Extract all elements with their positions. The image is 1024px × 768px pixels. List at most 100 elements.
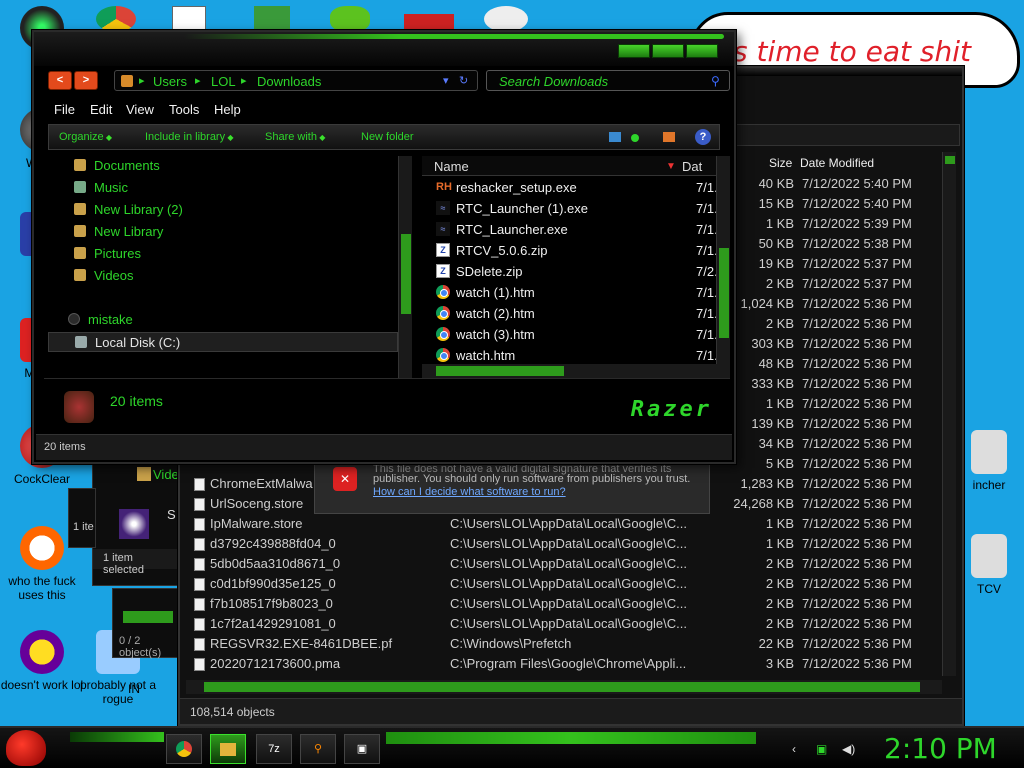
dropdown-arrow-icon[interactable]: ▾	[443, 74, 449, 87]
tray-monitor-icon[interactable]: ▣	[816, 742, 827, 756]
scroll-thumb[interactable]	[945, 156, 955, 164]
clock[interactable]: 2:10 PM	[884, 732, 997, 765]
address-bar[interactable]: ▸ Users ▸ LOL ▸ Downloads ▾ ↻	[114, 70, 478, 91]
nav-item-new-library[interactable]: New Library	[74, 224, 163, 239]
nav-item-local-disk[interactable]: Local Disk (C:)	[48, 332, 398, 352]
maximize-button[interactable]	[652, 44, 684, 58]
file-row[interactable]: ≈RTC_Launcher.exe7/1...	[422, 219, 722, 240]
column-date[interactable]: Dat	[682, 159, 702, 174]
desktop-icon-yahoo[interactable]: doesn't work lol	[0, 630, 84, 692]
share-with-button[interactable]: Share with	[265, 131, 325, 143]
tool-desktop-icon[interactable]	[484, 6, 528, 32]
vertical-scrollbar[interactable]	[942, 152, 956, 676]
shield-desktop-icon[interactable]	[254, 6, 290, 32]
file-row[interactable]: ZSDelete.zip7/2...	[422, 261, 722, 282]
table-row[interactable]: c0d1bf990d35e125_0 C:\Users\LOL\AppData\L…	[184, 574, 942, 594]
horizontal-scrollbar[interactable]	[422, 364, 730, 378]
file-row[interactable]: ZRTCV_5.0.6.zip7/1...	[422, 240, 722, 261]
file-row[interactable]: watch.htm7/1...	[422, 345, 722, 366]
taskbar: 7z ⚲ ▣ ‹ ▣ ◀) 2:10 PM	[0, 726, 1024, 768]
cell-name: f7b108517f9b8023_0	[210, 596, 333, 611]
table-row[interactable]: 20220712173600.pma C:\Program Files\Googl…	[184, 654, 942, 674]
search-icon[interactable]: ⚲	[711, 74, 725, 88]
include-in-library-button[interactable]: Include in library	[145, 131, 233, 143]
minimize-button[interactable]	[618, 44, 650, 58]
desktop-icon-in[interactable]: IN	[128, 682, 158, 696]
menu-help[interactable]: Help	[214, 102, 241, 117]
downloads-explorer-window[interactable]: < > ▸ Users ▸ LOL ▸ Downloads ▾ ↻ Search…	[32, 30, 736, 464]
nav-item-videos[interactable]: Videos	[74, 268, 134, 283]
security-warning-dialog[interactable]: ✕ This file does not have a valid digita…	[314, 456, 710, 514]
breadcrumb-downloads[interactable]: Downloads	[257, 74, 321, 89]
vertical-scrollbar[interactable]	[398, 156, 412, 378]
taskbar-7zip-button[interactable]: 7z	[256, 734, 292, 764]
menu-tools[interactable]: Tools	[169, 102, 199, 117]
scroll-thumb[interactable]	[204, 682, 920, 692]
back-button[interactable]: <	[48, 71, 72, 90]
nav-item-documents[interactable]: Documents	[74, 158, 160, 173]
scroll-thumb[interactable]	[436, 366, 564, 376]
view-options-icon[interactable]	[631, 134, 639, 142]
chrome-desktop-icon[interactable]	[96, 6, 136, 32]
taskbar-network-button[interactable]: ▣	[344, 734, 380, 764]
table-row[interactable]: d3792c439888fd04_0 C:\Users\LOL\AppData\L…	[184, 534, 942, 554]
close-button[interactable]	[686, 44, 718, 58]
horizontal-scrollbar[interactable]	[186, 680, 942, 694]
menu-edit[interactable]: Edit	[90, 102, 112, 117]
column-name[interactable]: Name	[434, 159, 469, 174]
file-row[interactable]: ≈RTC_Launcher (1).exe7/1...	[422, 198, 722, 219]
breadcrumb-users[interactable]: Users	[153, 74, 187, 89]
file-row[interactable]: watch (1).htm7/1...	[422, 282, 722, 303]
table-row[interactable]: REGSVR32.EXE-8461DBEE.pf C:\Windows\Prefe…	[184, 634, 942, 654]
chevron-right-icon[interactable]: ▸	[139, 74, 145, 87]
scroll-thumb[interactable]	[719, 248, 729, 338]
mini-window-c[interactable]: 0 / 2 object(s)	[112, 588, 182, 659]
table-row[interactable]: 5db0d5aa310d8671_0 C:\Users\LOL\AppData\L…	[184, 554, 942, 574]
organize-button[interactable]: Organize	[59, 131, 112, 143]
view-icon[interactable]	[609, 132, 621, 142]
file-row[interactable]: watch (3).htm7/1...	[422, 324, 722, 345]
mini-window-label: S	[167, 507, 176, 522]
scroll-thumb[interactable]	[401, 234, 411, 314]
volume-icon[interactable]: ◀)	[842, 742, 855, 756]
vertical-scrollbar[interactable]	[716, 156, 730, 364]
tray-arrow-icon[interactable]: ‹	[792, 742, 796, 756]
preview-pane-icon[interactable]	[663, 132, 675, 142]
desktop-icon-launcher[interactable]: incher	[954, 430, 1024, 492]
refresh-icon[interactable]: ↻	[459, 74, 468, 87]
nav-item-label: New Library	[94, 224, 164, 239]
menu-view[interactable]: View	[126, 102, 154, 117]
menu-file[interactable]: File	[54, 102, 75, 117]
chevron-right-icon[interactable]: ▸	[241, 74, 247, 87]
taskbar-explorer-button[interactable]	[210, 734, 246, 764]
start-button[interactable]	[6, 730, 46, 766]
nav-item-music[interactable]: Music	[74, 180, 128, 195]
table-row[interactable]: f7b108517f9b8023_0 C:\Users\LOL\AppData\L…	[184, 594, 942, 614]
nav-item-new-library-2[interactable]: New Library (2)	[74, 202, 183, 217]
search-input[interactable]: Search Downloads ⚲	[486, 70, 730, 91]
file-row[interactable]: watch (2).htm7/1...	[422, 303, 722, 324]
help-link[interactable]: How can I decide what software to run?	[373, 486, 566, 498]
new-folder-button[interactable]: New folder	[361, 131, 414, 143]
cards-desktop-icon[interactable]	[172, 6, 206, 32]
nav-item-homegroup[interactable]: mistake	[68, 312, 133, 327]
nav-item-label: mistake	[88, 312, 133, 327]
column-date-modified[interactable]: Date Modified	[800, 156, 874, 170]
help-icon[interactable]: ?	[695, 129, 711, 145]
table-row[interactable]: IpMalware.store C:\Users\LOL\AppData\Loca…	[184, 514, 942, 534]
taskbar-search-button[interactable]: ⚲	[300, 734, 336, 764]
chevron-right-icon[interactable]: ▸	[195, 74, 201, 87]
mini-window-video[interactable]: Vide S 1 item selected	[92, 454, 182, 586]
table-row[interactable]: 1c7f2a1429291081_0 C:\Users\LOL\AppData\L…	[184, 614, 942, 634]
column-size[interactable]: Size	[769, 156, 792, 170]
title-bar[interactable]	[34, 32, 734, 66]
forward-button[interactable]: >	[74, 71, 98, 90]
desktop-icon-rtcv[interactable]: TCV	[954, 534, 1024, 596]
file-row[interactable]: RHreshacker_setup.exe7/1...	[422, 177, 722, 198]
pig-desktop-icon[interactable]	[330, 6, 370, 32]
nav-item-pictures[interactable]: Pictures	[74, 246, 141, 261]
navigation-pane: Documents Music New Library (2) New Libr…	[46, 156, 412, 378]
mini-window-a[interactable]: 1 ite	[68, 488, 96, 548]
breadcrumb-lol[interactable]: LOL	[211, 74, 236, 89]
taskbar-chrome-button[interactable]	[166, 734, 202, 764]
